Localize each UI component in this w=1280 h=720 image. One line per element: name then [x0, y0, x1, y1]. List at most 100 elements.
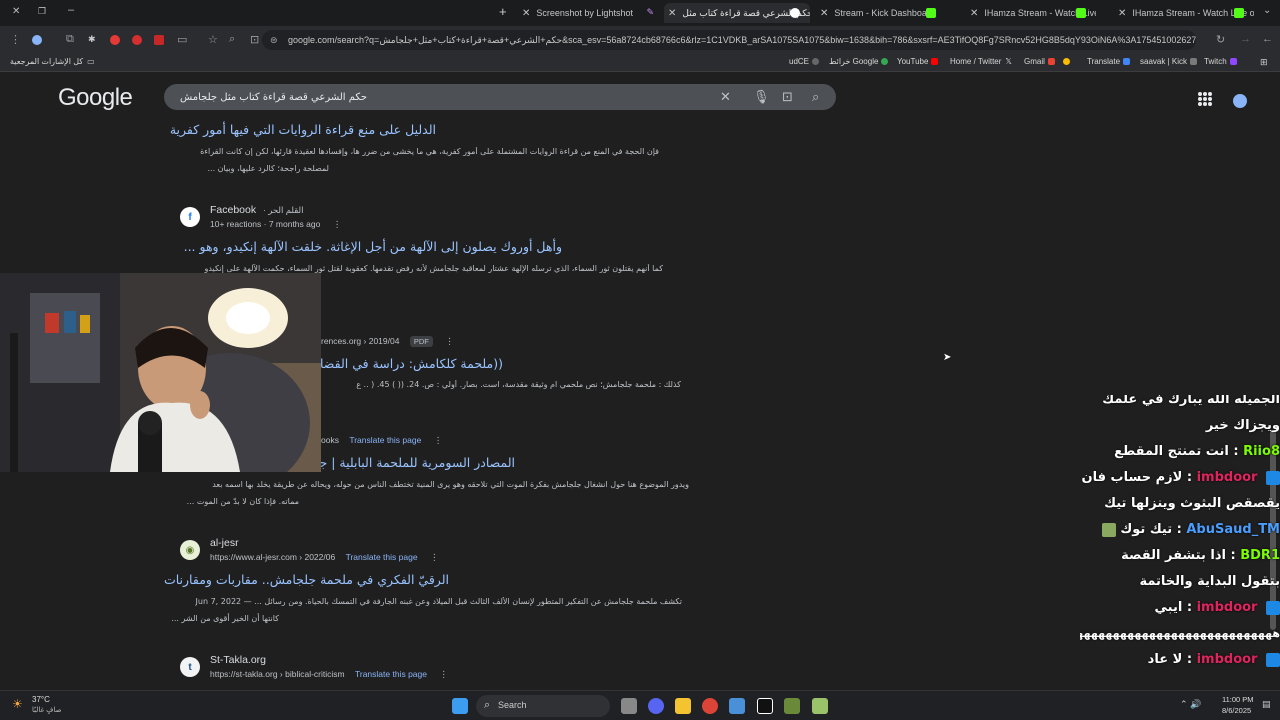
minecraft-icon[interactable] — [784, 698, 800, 714]
tab-ihamza-stream-2[interactable]: ✕ IHamza Stream - Watch Live on — [1114, 3, 1254, 23]
zoom-icon[interactable]: ⌕ — [229, 33, 235, 46]
result-url[interactable]: https://www.al-jesr.com › 2022/06 Transl… — [210, 552, 438, 563]
result-url[interactable]: rences.org › 2019/04 PDF ⋮ — [321, 336, 454, 347]
tab-google-search[interactable]: ✕ حكم الشرعي قصة قراءة كتاب مثل — [664, 3, 810, 23]
tab-search-icon[interactable]: ⌄ — [1263, 5, 1271, 16]
bookmark-maps[interactable]: خرائط Google — [829, 57, 889, 66]
window-minimize-icon[interactable]: – — [68, 4, 74, 16]
bookmark-translate[interactable]: Translate — [1087, 57, 1131, 66]
apps-grid-icon[interactable] — [1198, 92, 1212, 106]
more-options-icon[interactable]: ⋮ — [439, 669, 448, 679]
bookmark-kick[interactable]: saavak | Kick — [1140, 57, 1197, 66]
pdf-badge: PDF — [409, 336, 433, 347]
forward-icon[interactable]: → — [1240, 33, 1251, 45]
extensions-icon[interactable]: ⧉ — [66, 33, 74, 46]
bookmark-udce[interactable]: udCE — [789, 57, 820, 66]
result-title[interactable]: وأهل أوروك يصلون إلى الآلهة من أجل الإغا… — [179, 239, 562, 254]
chat-username: imbdoor — [1196, 652, 1258, 667]
windows-start-icon[interactable] — [452, 698, 468, 714]
app-green-icon[interactable] — [812, 698, 828, 714]
tab-close-icon[interactable]: ✕ — [668, 8, 676, 19]
tab-kick-dashboard[interactable]: ✕ Stream - Kick Dashboard — [816, 3, 946, 23]
more-options-icon[interactable]: ⋮ — [445, 336, 454, 346]
al-jesr-icon: ◉ — [180, 540, 200, 560]
extension-icon[interactable]: ✱ — [88, 34, 98, 44]
extension-abp-icon[interactable] — [154, 35, 164, 45]
tab-close-icon[interactable]: ✕ — [1118, 8, 1126, 19]
microphone-icon[interactable]: 🎙 — [753, 89, 770, 105]
extension-red2-icon[interactable] — [132, 35, 142, 45]
lens-icon[interactable]: ⊡ — [782, 89, 793, 105]
chat-username: Riio8 — [1243, 444, 1280, 459]
more-options-icon[interactable]: ⋮ — [333, 219, 342, 229]
bookmark-youtube[interactable]: YouTube — [897, 57, 939, 66]
search-input[interactable] — [164, 84, 704, 110]
clock-date[interactable]: 8/6/2025 — [1222, 706, 1251, 715]
tab-ihamza-stream-1[interactable]: ✕ IHamza Stream - Watch Live on — [966, 3, 1096, 23]
tab-close-icon[interactable]: ✕ — [820, 8, 828, 19]
windows-taskbar: ☀ 37°C صافٍ غالبًا ⌕ Search ⌃ 🔊 11:00 PM… — [0, 690, 1280, 720]
taskbar-search[interactable]: ⌕ Search — [476, 695, 610, 717]
tray-icons[interactable]: ⌃ 🔊 — [1180, 699, 1201, 710]
kick-icon — [1076, 8, 1086, 18]
file-explorer-icon[interactable] — [675, 698, 691, 714]
result-snippet: كما أنهم يقتلون ثور السماء، الذي ترسله ا… — [204, 264, 663, 273]
translate-link[interactable]: Translate this page — [349, 435, 421, 445]
chat-username: BDR1 — [1240, 548, 1280, 563]
facebook-icon: f — [180, 207, 200, 227]
result-site-name[interactable]: al-jesr — [210, 537, 239, 549]
streamer-webcam-image — [0, 273, 321, 472]
clock-time[interactable]: 11:00 PM — [1222, 695, 1254, 704]
result-url[interactable]: ooks Translate this page ⋮ — [321, 435, 442, 446]
result-title[interactable]: الدليل على منع قراءة الروايات التي فيها … — [170, 122, 436, 137]
back-icon[interactable]: ← — [1262, 33, 1273, 45]
window-restore-icon[interactable]: ❐ — [38, 6, 46, 17]
bookmark-twitch[interactable]: Twitch — [1204, 57, 1237, 66]
result-title[interactable]: ((ملحمة كلكامش: دراسة في القضايا — [321, 356, 503, 371]
new-tab-button[interactable]: + — [499, 4, 507, 19]
profile-icon[interactable] — [32, 35, 42, 45]
google-logo[interactable]: Google — [58, 84, 133, 112]
bookmark-label: Twitch — [1204, 57, 1227, 66]
result-title[interactable]: الرقيّ الفكري في ملحمة جلجامش.. مقاربات … — [164, 572, 449, 587]
window-close-icon[interactable]: ✕ — [12, 6, 20, 17]
clear-icon[interactable]: ✕ — [720, 89, 731, 105]
bookmark-label: Gmail — [1024, 57, 1045, 66]
result-title[interactable]: المصادر السومرية للملحمة البابلية | جل — [321, 455, 515, 470]
capcut-icon[interactable] — [757, 698, 773, 714]
tab-close-icon[interactable]: ✕ — [522, 8, 530, 19]
result-site-name[interactable]: St-Takla.org — [210, 654, 266, 666]
site-info-icon[interactable]: ⊜ — [270, 30, 278, 50]
extension-red-icon[interactable] — [110, 35, 120, 45]
install-icon[interactable]: ⊡ — [250, 33, 259, 46]
bookmark-gmail[interactable]: Gmail — [1024, 57, 1070, 66]
result-snippet: كذلك : ملحمة جلجامش؛ نص ملحمي ام وثيقة م… — [356, 380, 681, 389]
tab-lightshot[interactable]: ✕ Screenshot by Lightshot ✎ — [518, 3, 658, 23]
weather-icon[interactable]: ☀ — [12, 697, 23, 711]
bookmark-twitter[interactable]: Home / Twitter 𝕏 — [950, 57, 1012, 66]
cast-icon[interactable]: ▭ — [177, 33, 187, 46]
youtube-icon — [931, 58, 939, 65]
result-snippet: تكشف ملحمة جلجامش عن التفكير المتطور لإن… — [195, 597, 682, 606]
translate-link[interactable]: Translate this page — [355, 669, 427, 679]
more-bookmarks-icon[interactable]: ⊞ — [1260, 57, 1268, 68]
result-site-name[interactable]: Facebook · القلم الحر — [210, 204, 303, 216]
discord-icon[interactable] — [648, 698, 664, 714]
tab-close-icon[interactable]: ✕ — [970, 8, 978, 19]
chrome-icon[interactable] — [702, 698, 718, 714]
bookmark-star-icon[interactable]: ☆ — [208, 33, 218, 46]
app-check-icon[interactable] — [729, 698, 745, 714]
bookmark-all[interactable]: كل الإشارات المرجعية ▭ — [10, 57, 95, 66]
reload-icon[interactable]: ↻ — [1216, 33, 1225, 46]
bookmarks-bar: كل الإشارات المرجعية ▭ Twitch saavak | K… — [0, 54, 1280, 72]
search-icon[interactable]: ⌕ — [812, 89, 819, 105]
account-avatar[interactable] — [1233, 94, 1247, 108]
more-options-icon[interactable]: ⋮ — [430, 552, 439, 562]
menu-icon[interactable]: ⋮ — [10, 33, 21, 46]
more-options-icon[interactable]: ⋮ — [434, 435, 443, 445]
translate-link[interactable]: Translate this page — [346, 552, 418, 562]
address-bar[interactable]: ⊜ google.com/search?q=حكم+الشرعي+قصة+قرا… — [262, 30, 1196, 50]
task-view-icon[interactable] — [621, 698, 637, 714]
notification-icon[interactable]: ▤ — [1262, 699, 1271, 710]
result-url[interactable]: https://st-takla.org › biblical-criticis… — [210, 669, 448, 680]
